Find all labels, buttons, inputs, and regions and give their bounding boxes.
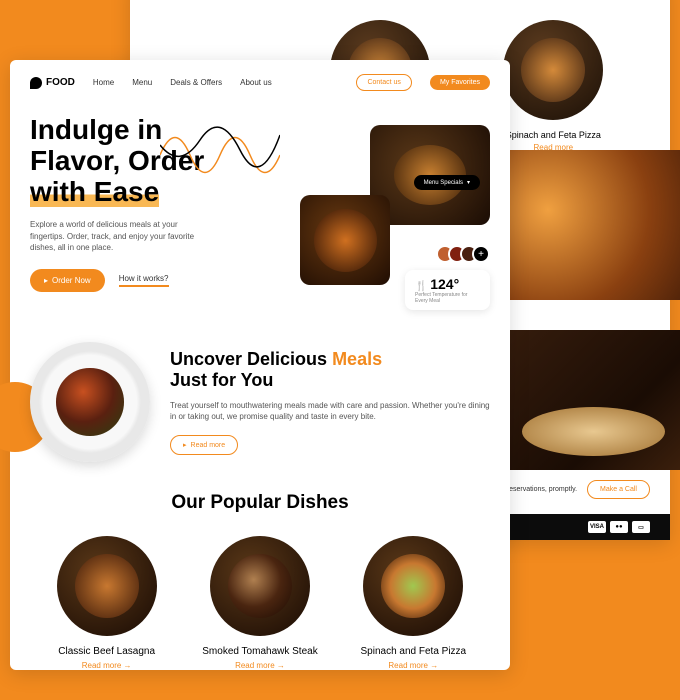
hero-food-image-2 — [300, 195, 390, 285]
hero-images: Menu Specials + 124° Perfect Temperature… — [300, 115, 490, 292]
contact-button[interactable]: Contact us — [356, 74, 411, 91]
dish-image — [210, 536, 310, 636]
payment-icons: VISA ●● ▭ — [588, 521, 650, 533]
make-call-button[interactable]: Make a Call — [587, 480, 650, 499]
dish-name: Classic Beef Lasagna — [42, 646, 172, 657]
favorites-button[interactable]: My Favorites — [430, 75, 490, 90]
navbar: FOOD Home Menu Deals & Offers About us C… — [10, 60, 510, 105]
popular-dishes-title: Our Popular Dishes — [30, 492, 490, 514]
read-more-link[interactable]: Read more — [195, 661, 325, 670]
read-more-button[interactable]: Read more — [170, 435, 238, 455]
plus-icon[interactable]: + — [472, 245, 490, 263]
logo-icon — [30, 77, 42, 89]
menu-specials-pill[interactable]: Menu Specials — [414, 175, 480, 190]
brand-text: FOOD — [46, 77, 75, 88]
meals-section: Uncover Delicious MealsJust for You Trea… — [10, 322, 510, 482]
dish-pizza[interactable]: Spinach and Feta Pizza Read more — [348, 536, 478, 670]
mastercard-icon: ●● — [610, 521, 628, 533]
stat-label: Perfect Temperature for Every Meal — [415, 292, 480, 304]
front-page: FOOD Home Menu Deals & Offers About us C… — [10, 60, 510, 670]
dish-image — [503, 20, 603, 120]
nav-deals[interactable]: Deals & Offers — [170, 78, 222, 87]
visa-icon: VISA — [588, 521, 606, 533]
avatar-stack: + — [442, 245, 490, 263]
squiggle-decoration — [160, 115, 280, 175]
stat-number: 124° — [415, 276, 480, 292]
hero-section: Indulge in Flavor, Order with Ease Explo… — [10, 105, 510, 322]
dish-lasagna[interactable]: Classic Beef Lasagna Read more — [42, 536, 172, 670]
dish-name: Spinach and Feta Pizza — [348, 646, 478, 657]
nav-menu[interactable]: Menu — [132, 78, 152, 87]
nav-home[interactable]: Home — [93, 78, 114, 87]
how-it-works-link[interactable]: How it works? — [119, 274, 169, 287]
meals-description: Treat yourself to mouthwatering meals ma… — [170, 400, 490, 422]
plate-image — [30, 342, 150, 462]
nav-about[interactable]: About us — [240, 78, 272, 87]
dish-name: Smoked Tomahawk Steak — [195, 646, 325, 657]
logo[interactable]: FOOD — [30, 77, 75, 89]
dish-image — [57, 536, 157, 636]
dish-steak[interactable]: Smoked Tomahawk Steak Read more — [195, 536, 325, 670]
popular-dishes-section: Our Popular Dishes Classic Beef Lasagna … — [10, 482, 510, 700]
read-more-link[interactable]: Read more — [42, 661, 172, 670]
hero-description: Explore a world of delicious meals at yo… — [30, 219, 210, 253]
stat-card: 124° Perfect Temperature for Every Meal — [405, 270, 490, 310]
dish-image — [363, 536, 463, 636]
read-more-link[interactable]: Read more — [348, 661, 478, 670]
card-icon: ▭ — [632, 521, 650, 533]
meals-title: Uncover Delicious MealsJust for You — [170, 349, 490, 392]
order-now-button[interactable]: Order Now — [30, 269, 105, 292]
